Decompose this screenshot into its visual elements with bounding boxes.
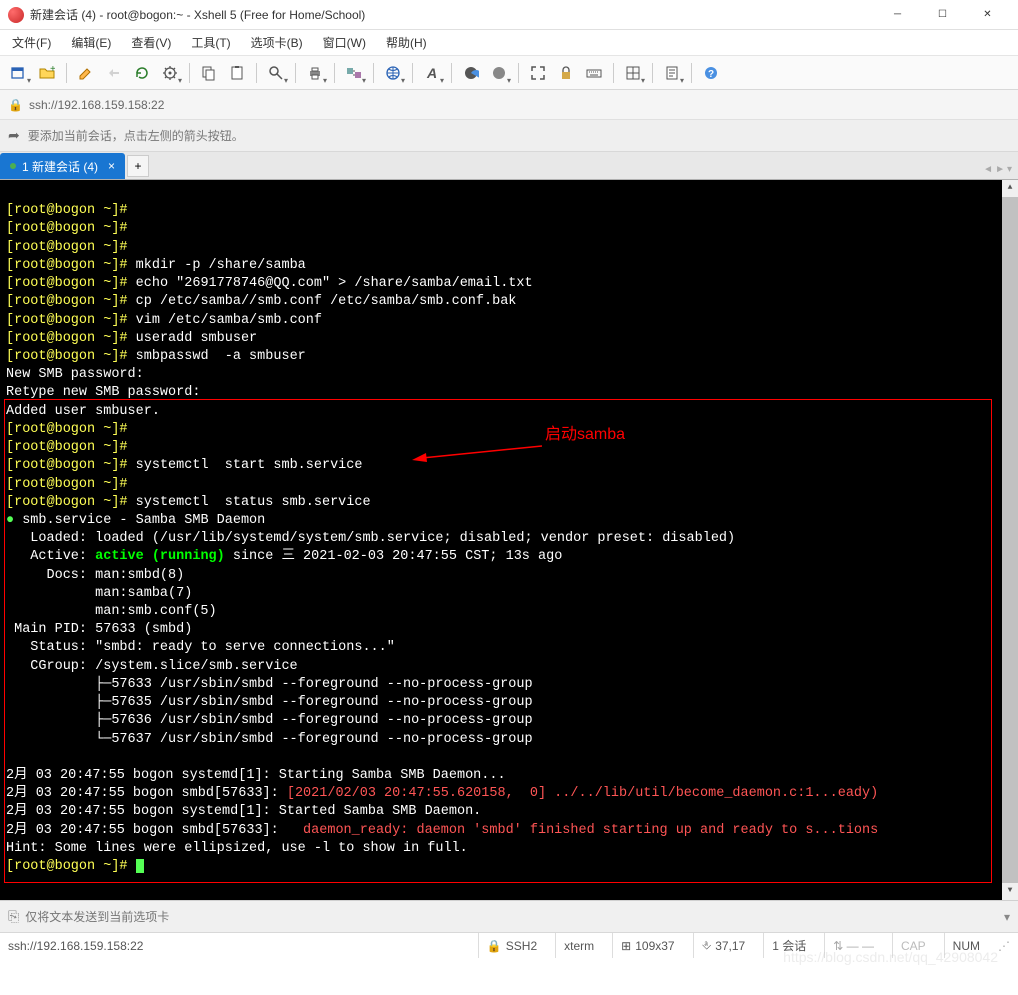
print-button[interactable] [302, 60, 328, 86]
menu-help[interactable]: 帮助(H) [382, 32, 431, 53]
window-title: 新建会话 (4) - root@bogon:~ - Xshell 5 (Free… [30, 6, 875, 23]
minimize-button[interactable]: ─ [875, 1, 920, 29]
arrow-icon[interactable]: ➦ [8, 127, 20, 144]
disconnect-button[interactable] [101, 60, 127, 86]
terminal[interactable]: [root@bogon ~]# [root@bogon ~]# [root@bo… [0, 180, 1018, 900]
tab-nav: ◄ ► ▾ [983, 164, 1012, 175]
menu-file[interactable]: 文件(F) [8, 32, 55, 53]
properties-button[interactable] [157, 60, 183, 86]
menu-tools[interactable]: 工具(T) [187, 32, 234, 53]
svg-text:+: + [50, 65, 55, 75]
titlebar: 新建会话 (4) - root@bogon:~ - Xshell 5 (Free… [0, 0, 1018, 30]
fullscreen-button[interactable] [525, 60, 551, 86]
close-tab-icon[interactable]: × [108, 159, 115, 173]
menu-edit[interactable]: 编辑(E) [67, 32, 115, 53]
transfer-button[interactable] [341, 60, 367, 86]
address-url[interactable]: ssh://192.168.159.158:22 [29, 98, 1010, 112]
svg-text:?: ? [708, 69, 714, 80]
app-icon [8, 7, 24, 23]
status-updown: ⇅ — — [824, 933, 882, 958]
menu-view[interactable]: 查看(V) [127, 32, 175, 53]
toolbar: + A ? [0, 56, 1018, 90]
status-dot-icon [10, 163, 16, 169]
menu-tabs[interactable]: 选项卡(B) [247, 32, 307, 53]
menu-window[interactable]: 窗口(W) [319, 32, 370, 53]
maximize-button[interactable]: ☐ [920, 1, 965, 29]
font-button[interactable]: A [419, 60, 445, 86]
find-button[interactable] [263, 60, 289, 86]
input-dropdown-icon[interactable]: ▾ [1004, 910, 1010, 924]
status-ssh: 🔒SSH2 [478, 933, 545, 958]
layout-button[interactable] [620, 60, 646, 86]
resize-grip-icon[interactable]: ⋰ [998, 939, 1010, 953]
grid-icon: ⊞ [621, 939, 631, 953]
color1-button[interactable] [458, 60, 484, 86]
new-folder-button[interactable]: + [34, 60, 60, 86]
paste-button[interactable] [224, 60, 250, 86]
lock-small-icon: 🔒 [487, 939, 502, 953]
cursor-icon [136, 859, 144, 873]
keyboard-button[interactable] [581, 60, 607, 86]
annotation-label: 启动samba [545, 424, 625, 446]
tipbar: ➦ 要添加当前会话，点击左侧的箭头按钮。 [0, 120, 1018, 152]
inputbar: ⎘ ▾ [0, 900, 1018, 932]
copy-button[interactable] [196, 60, 222, 86]
status-conn: ssh://192.168.159.158:22 [8, 939, 468, 953]
tab-menu-icon[interactable]: ▾ [1007, 164, 1012, 175]
status-cap: CAP [892, 933, 934, 958]
lock-button[interactable] [553, 60, 579, 86]
status-num: NUM [944, 933, 988, 958]
send-icon[interactable]: ⎘ [8, 908, 19, 925]
tip-text: 要添加当前会话，点击左侧的箭头按钮。 [28, 127, 244, 144]
menubar: 文件(F) 编辑(E) 查看(V) 工具(T) 选项卡(B) 窗口(W) 帮助(… [0, 30, 1018, 56]
scroll-up-button[interactable]: ▲ [1002, 180, 1018, 197]
script-button[interactable] [659, 60, 685, 86]
scroll-down-button[interactable]: ▼ [1002, 883, 1018, 900]
color2-button[interactable] [486, 60, 512, 86]
status-term: xterm [555, 933, 602, 958]
cursor-pos-icon: ⎀ [702, 938, 712, 953]
edit-button[interactable] [73, 60, 99, 86]
reconnect-button[interactable] [129, 60, 155, 86]
help-button[interactable]: ? [698, 60, 724, 86]
addressbar: 🔒 ssh://192.168.159.158:22 [0, 90, 1018, 120]
session-tab[interactable]: 1 新建会话 (4) × [0, 153, 125, 179]
add-tab-button[interactable]: + [127, 155, 149, 177]
lock-icon: 🔒 [8, 98, 23, 112]
tabbar: 1 新建会话 (4) × + ◄ ► ▾ [0, 152, 1018, 180]
close-button[interactable]: ✕ [965, 1, 1010, 29]
web-button[interactable] [380, 60, 406, 86]
arrow-icon [412, 444, 542, 464]
scrollbar-thumb[interactable] [1002, 197, 1018, 883]
new-session-button[interactable] [6, 60, 32, 86]
command-input[interactable] [25, 910, 998, 924]
statusbar: ssh://192.168.159.158:22 🔒SSH2 xterm ⊞10… [0, 932, 1018, 958]
tab-prev-icon[interactable]: ◄ [983, 164, 993, 175]
status-size: ⊞109x37 [612, 933, 682, 958]
tab-label: 1 新建会话 (4) [22, 158, 98, 175]
tab-next-icon[interactable]: ► [995, 164, 1005, 175]
status-sessions: 1 会话 [763, 933, 814, 958]
status-cursor: ⎀37,17 [693, 933, 754, 958]
